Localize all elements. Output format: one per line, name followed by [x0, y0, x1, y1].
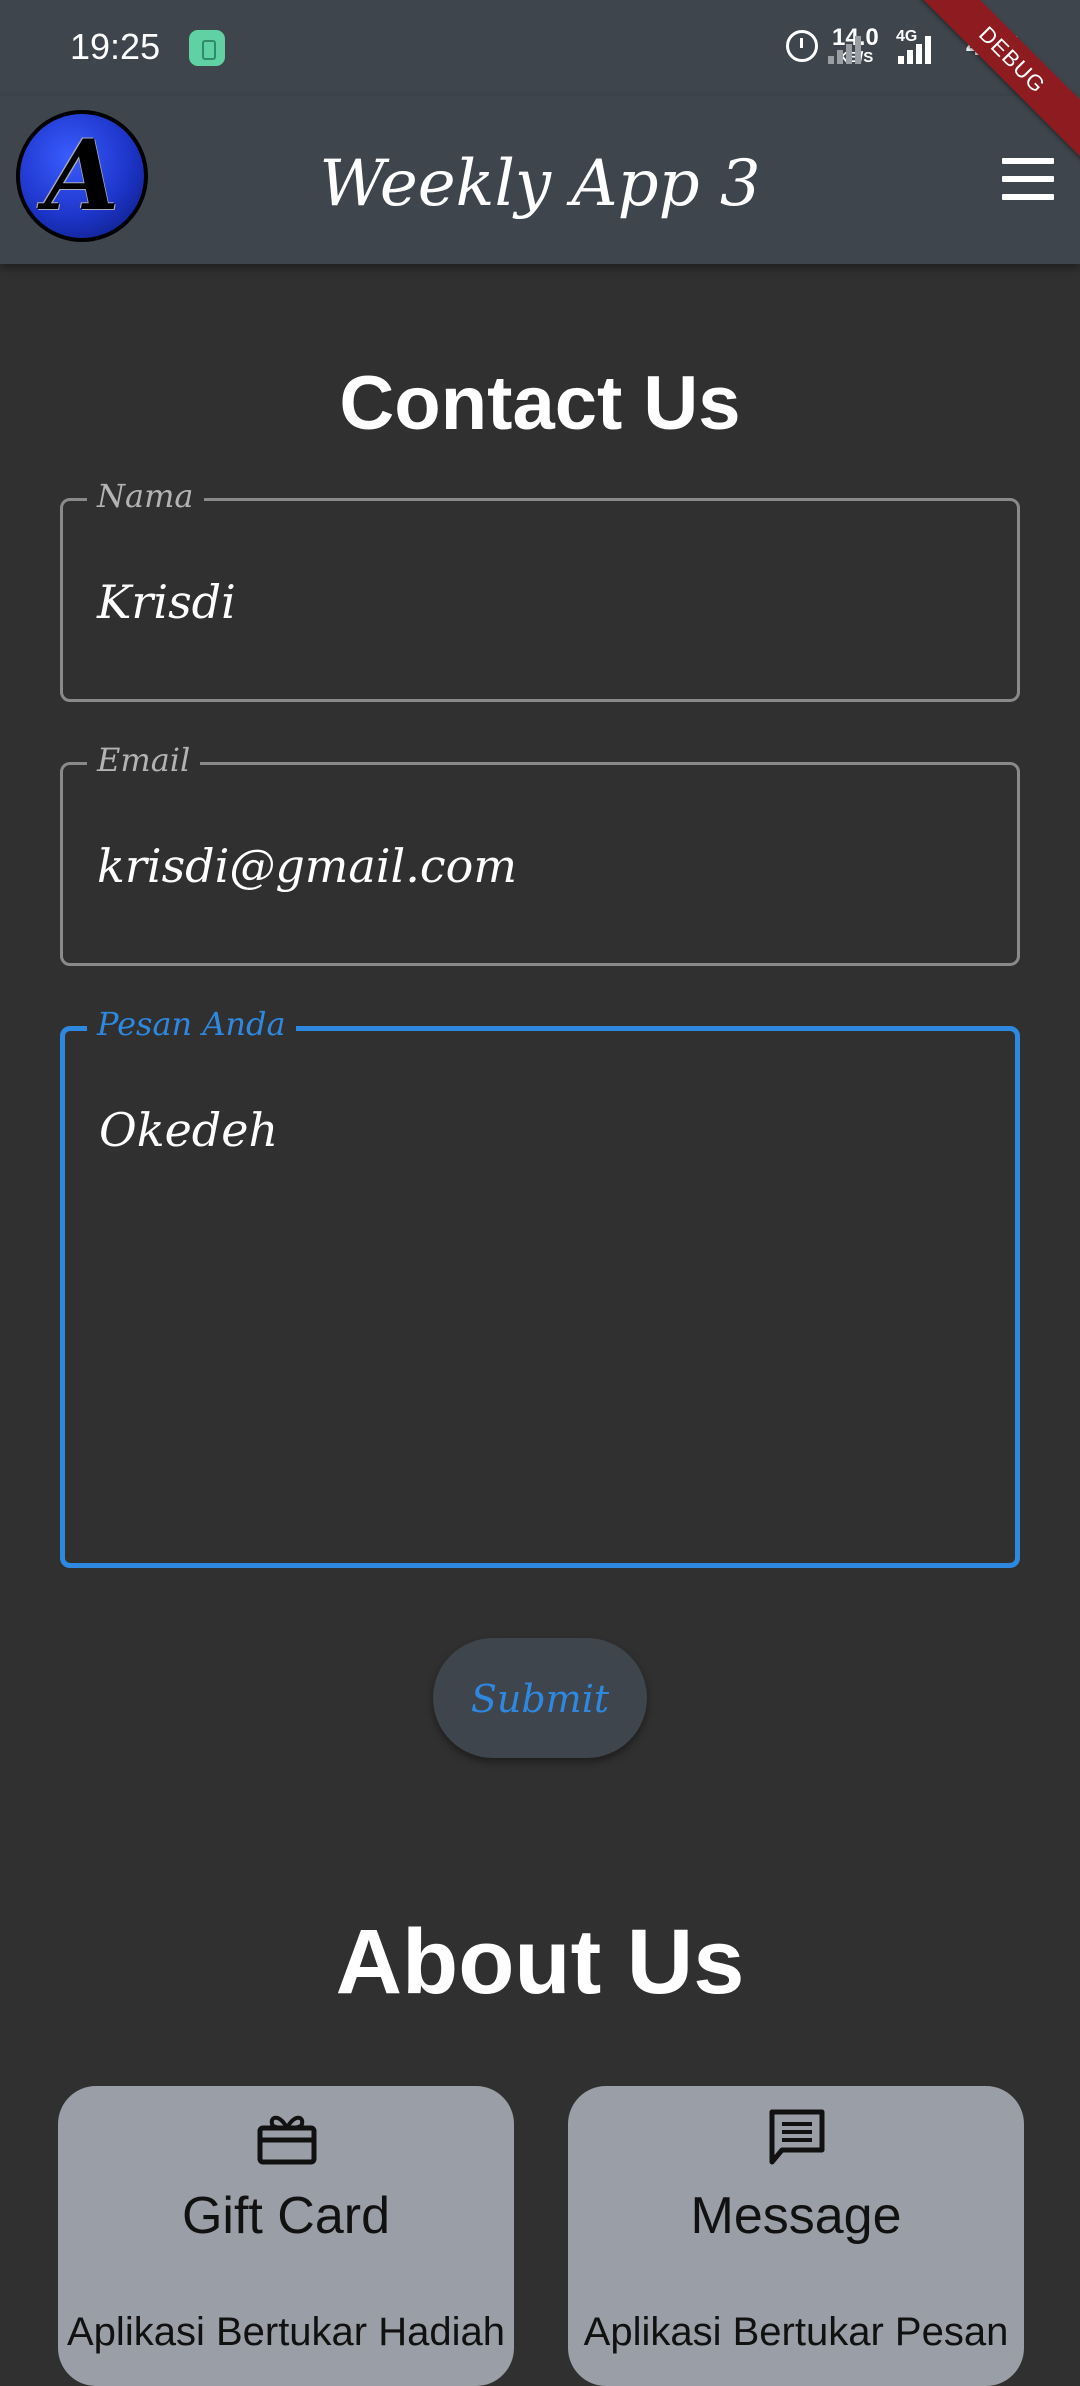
name-field-value[interactable]: Krisdi	[97, 575, 236, 629]
about-section-title: About Us	[335, 1911, 745, 2013]
contact-section-title: Contact Us	[339, 361, 741, 446]
app-title: Weekly App 3	[319, 147, 761, 221]
name-field-label: Nama	[87, 477, 204, 515]
gift-card-title: Gift Card	[181, 2187, 391, 2245]
email-field-value[interactable]: krisdi@gmail.com	[97, 839, 517, 893]
app-bar: A Weekly App 3	[0, 96, 1080, 264]
gift-card-icon	[257, 2115, 317, 2165]
email-field-label: Email	[87, 741, 201, 779]
message-card-description: Aplikasi Bertukar Pesan	[583, 2310, 1009, 2354]
status-time: 19:25	[70, 26, 161, 67]
message-card-title: Message	[690, 2187, 902, 2245]
notification-app-icon	[189, 30, 225, 66]
message-icon	[769, 2109, 825, 2165]
status-bar: 19:25 14.0 KB/S 4G 41%	[0, 0, 1080, 96]
alarm-icon	[786, 30, 818, 62]
name-field[interactable]: Nama Krisdi	[60, 477, 1020, 702]
signal-strength-icon	[898, 34, 938, 64]
email-field[interactable]: Email krisdi@gmail.com	[60, 741, 1020, 966]
message-field[interactable]: Pesan Anda Okedeh	[60, 1005, 1020, 1568]
hamburger-menu-icon	[1002, 158, 1054, 164]
message-field-value[interactable]: Okedeh	[99, 1103, 278, 1157]
app-logo-letter: A	[44, 119, 120, 232]
gift-card-card[interactable]: Gift Card Aplikasi Bertukar Hadiah	[58, 2086, 514, 2386]
app-logo: A	[16, 110, 148, 242]
submit-button[interactable]: Submit	[433, 1638, 647, 1758]
signal-icon	[828, 34, 868, 64]
menu-button[interactable]	[998, 150, 1058, 210]
message-field-label: Pesan Anda	[87, 1005, 296, 1043]
message-card[interactable]: Message Aplikasi Bertukar Pesan	[568, 2086, 1024, 2386]
gift-card-description: Aplikasi Bertukar Hadiah	[67, 2310, 505, 2354]
